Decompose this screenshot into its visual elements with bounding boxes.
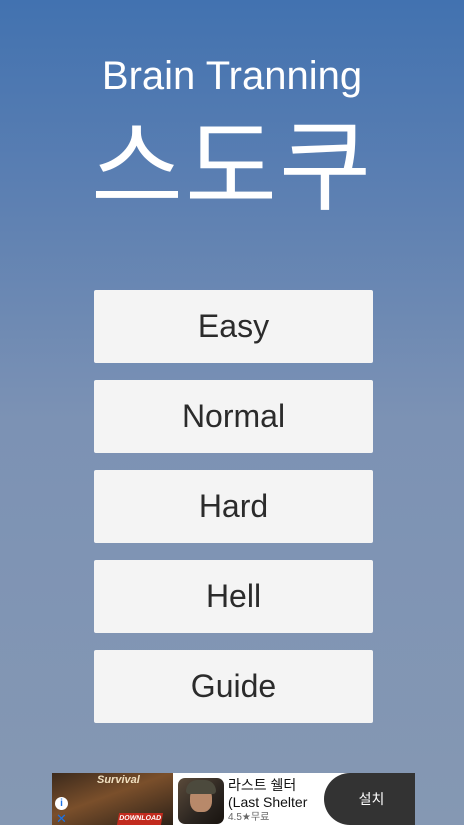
- ad-image-title: Survival: [97, 774, 140, 786]
- close-icon[interactable]: ✕: [55, 812, 68, 825]
- ad-banner[interactable]: Survival DOWNLOAD i ✕ 라스트 쉘터 (Last Shelt…: [52, 773, 415, 825]
- info-icon[interactable]: i: [55, 797, 68, 810]
- difficulty-menu: Easy Normal Hard Hell Guide: [94, 290, 373, 740]
- main-menu-screen: Brain Tranning 스도쿠 Easy Normal Hard Hell…: [0, 0, 464, 825]
- easy-button[interactable]: Easy: [94, 290, 373, 363]
- app-subtitle: Brain Tranning: [101, 54, 363, 98]
- ad-game-image[interactable]: Survival DOWNLOAD i ✕: [52, 773, 173, 825]
- ad-app-name[interactable]: 라스트 쉘터 (Last Shelter: [228, 777, 338, 811]
- hard-button[interactable]: Hard: [94, 470, 373, 543]
- ad-image-download-badge: DOWNLOAD: [116, 813, 164, 825]
- ad-app-name-line2: (Last Shelter: [228, 794, 308, 810]
- normal-button[interactable]: Normal: [94, 380, 373, 453]
- soldier-helmet-shape: [186, 780, 216, 794]
- guide-button[interactable]: Guide: [94, 650, 373, 723]
- ad-app-name-line1: 라스트 쉘터: [228, 777, 297, 793]
- app-title: 스도쿠: [91, 109, 373, 226]
- ad-install-button[interactable]: 설치: [324, 773, 415, 825]
- ad-rating: 4.5★무료: [228, 812, 270, 823]
- ad-app-icon[interactable]: [178, 778, 224, 824]
- hell-button[interactable]: Hell: [94, 560, 373, 633]
